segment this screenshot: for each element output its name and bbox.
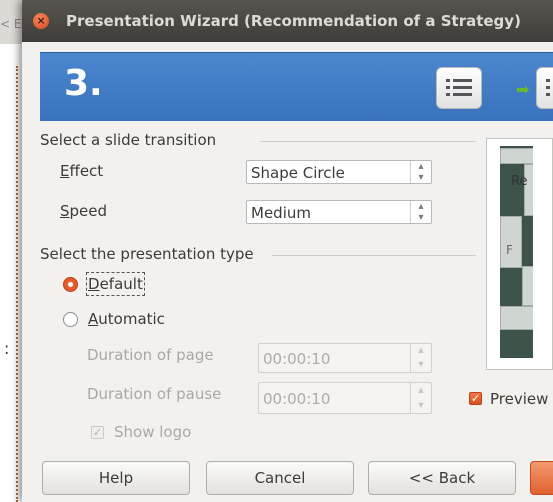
preview-label: Preview — [490, 390, 549, 408]
spinner-icon[interactable]: ▴ ▾ — [410, 383, 431, 413]
group-divider — [272, 255, 476, 256]
outline-icon — [536, 67, 553, 109]
speed-label-text: peed — [69, 202, 108, 220]
spinner-icon[interactable]: ▴ ▾ — [410, 201, 431, 223]
presentation-type-group-label: Select the presentation type — [40, 245, 254, 263]
duration-pause-field[interactable]: 00:00:10 ▴ ▾ — [258, 382, 432, 414]
automatic-radio[interactable] — [63, 312, 78, 327]
preview-checkbox[interactable]: ✓ — [469, 392, 482, 405]
duration-pause-value: 00:00:10 — [263, 390, 331, 408]
speed-value: Medium — [251, 204, 311, 222]
help-button[interactable]: Help — [42, 461, 190, 495]
close-icon[interactable]: × — [33, 13, 49, 29]
effect-label-text: ffect — [69, 162, 104, 180]
duration-pause-label: Duration of pause — [87, 385, 222, 403]
back-button[interactable]: << Back — [368, 461, 516, 495]
wizard-banner: 3. ➡ — [40, 52, 553, 121]
default-radio-label[interactable]: Default — [86, 272, 145, 296]
effect-label: Effect — [60, 162, 104, 180]
dialog-title: Presentation Wizard (Recommendation of a… — [66, 12, 521, 30]
outline-icon — [436, 67, 482, 109]
next-arrow-icon: ➡ — [516, 80, 530, 99]
preview-slide-text: Re — [511, 174, 528, 189]
speed-select[interactable]: Medium ▴ ▾ — [246, 200, 432, 224]
preview-slide-letter: F — [506, 243, 513, 257]
transition-group-label: Select a slide transition — [40, 131, 217, 149]
step-number: 3. — [64, 63, 103, 104]
spinner-icon[interactable]: ▴ ▾ — [410, 161, 431, 183]
cancel-button[interactable]: Cancel — [206, 461, 354, 495]
next-button[interactable] — [530, 461, 553, 495]
show-logo-label: Show logo — [114, 423, 192, 441]
slide-preview-image: Re F — [500, 146, 533, 358]
default-radio[interactable] — [63, 277, 78, 292]
default-label-text: efault — [99, 275, 143, 293]
presentation-wizard-dialog: × Presentation Wizard (Recommendation of… — [22, 0, 553, 502]
duration-page-value: 00:00:10 — [263, 350, 331, 368]
page-margin-line — [16, 66, 18, 502]
speed-label: Speed — [60, 202, 108, 220]
effect-select[interactable]: Shape Circle ▴ ▾ — [246, 160, 432, 184]
title-bar[interactable]: × Presentation Wizard (Recommendation of… — [22, 0, 553, 42]
background-text-fragment: : — [4, 339, 10, 358]
effect-value: Shape Circle — [251, 164, 345, 182]
group-divider — [260, 141, 476, 142]
duration-page-label: Duration of page — [87, 346, 214, 364]
show-logo-checkbox[interactable]: ✓ — [91, 426, 104, 439]
spinner-icon[interactable]: ▴ ▾ — [410, 344, 431, 372]
duration-page-field[interactable]: 00:00:10 ▴ ▾ — [258, 343, 432, 373]
automatic-radio-label[interactable]: Automatic — [88, 310, 165, 328]
automatic-label-text: utomatic — [98, 310, 165, 328]
